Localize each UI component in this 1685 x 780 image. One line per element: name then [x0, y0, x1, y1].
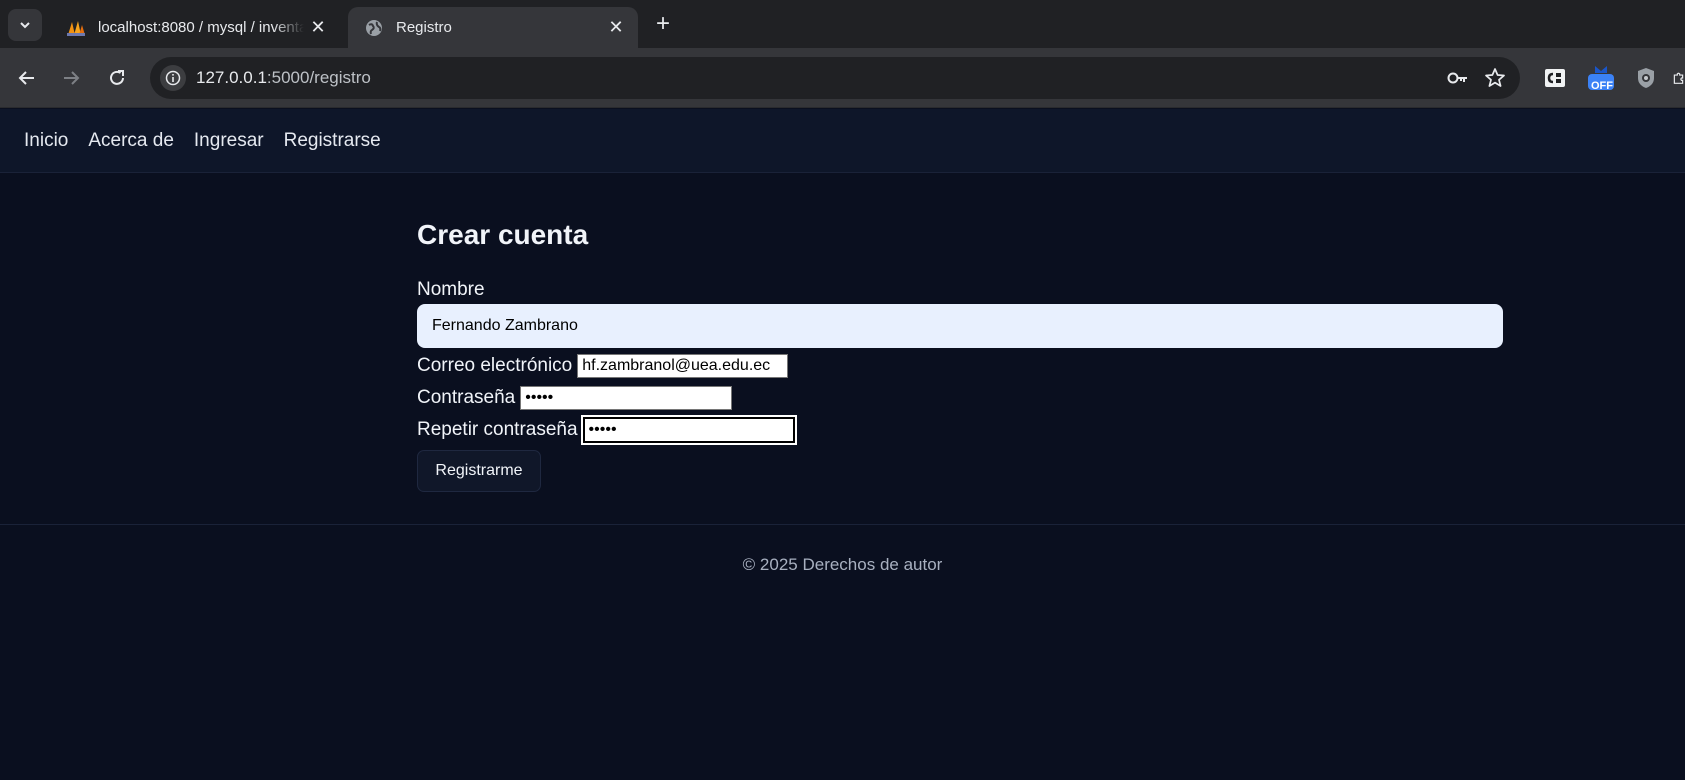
email-field[interactable]: [577, 354, 789, 378]
site-navbar: Inicio Acerca de Ingresar Registrarse: [0, 109, 1685, 173]
tab-phpmyadmin[interactable]: localhost:8080 / mysql / inventario ✕: [50, 7, 340, 48]
nav-link-inicio[interactable]: Inicio: [24, 130, 68, 152]
reload-button[interactable]: [102, 63, 132, 93]
back-button[interactable]: [12, 63, 42, 93]
page-footer: © 2025 Derechos de autor: [0, 524, 1685, 575]
reload-icon: [110, 70, 124, 85]
arrow-right-icon: [64, 71, 80, 85]
address-bar[interactable]: 127.0.0.1:5000/registro: [150, 57, 1520, 99]
password-label: Contraseña: [417, 387, 516, 408]
repeat-password-field[interactable]: [580, 415, 797, 445]
clipboard-extension-icon[interactable]: [1541, 64, 1569, 92]
new-tab-button[interactable]: +: [650, 12, 676, 38]
page-title: Crear cuenta: [417, 219, 589, 250]
url-host: 127.0.0.1: [196, 68, 267, 87]
copyright-text: © 2025 Derechos de autor: [742, 555, 943, 574]
nav-link-registrarse[interactable]: Registrarse: [284, 130, 381, 152]
arrow-left-icon: [18, 71, 34, 85]
nav-link-acerca-de[interactable]: Acerca de: [88, 130, 174, 152]
tab-title: localhost:8080 / mysql / inventario: [98, 19, 304, 36]
close-tab-icon[interactable]: ✕: [304, 14, 332, 42]
register-form: Crear cuenta Nombre Correo electrónico C…: [417, 219, 1503, 492]
puzzle-extension-icon[interactable]: [1672, 64, 1685, 92]
browser-tab-strip: localhost:8080 / mysql / inventario ✕ Re…: [0, 0, 1685, 48]
forward-button[interactable]: [56, 63, 86, 93]
repeat-password-label: Repetir contraseña: [417, 419, 578, 440]
password-row: Contraseña: [417, 384, 1503, 412]
nav-link-ingresar[interactable]: Ingresar: [194, 130, 264, 152]
phpmyadmin-icon: [66, 18, 86, 38]
repeat-password-row: Repetir contraseña: [417, 415, 1503, 445]
email-label: Correo electrónico: [417, 355, 573, 376]
bookmark-star-icon[interactable]: [1484, 67, 1506, 94]
web-page: Inicio Acerca de Ingresar Registrarse Cr…: [0, 109, 1685, 780]
chevron-down-icon: [20, 22, 30, 29]
password-field[interactable]: [520, 386, 733, 410]
key-icon[interactable]: [1446, 68, 1470, 93]
tab-title: Registro: [396, 19, 452, 36]
tab-search-button[interactable]: [8, 9, 42, 41]
name-label: Nombre: [417, 279, 485, 300]
email-row: Correo electrónico: [417, 352, 1503, 380]
browser-toolbar: 127.0.0.1:5000/registro OFF: [0, 48, 1685, 108]
off-badge-extension-icon[interactable]: OFF: [1586, 64, 1616, 92]
close-tab-icon[interactable]: ✕: [602, 14, 630, 42]
url-text: 127.0.0.1:5000/registro: [196, 68, 371, 88]
register-button[interactable]: Registrarme: [417, 450, 541, 492]
shield-extension-icon[interactable]: [1632, 64, 1660, 92]
globe-icon: [364, 18, 384, 38]
site-info-icon[interactable]: [160, 65, 186, 91]
tab-registro[interactable]: Registro ✕: [348, 7, 638, 48]
name-input[interactable]: [417, 304, 1503, 348]
url-path: :5000/registro: [266, 68, 371, 87]
off-badge-text: OFF: [1591, 80, 1613, 92]
